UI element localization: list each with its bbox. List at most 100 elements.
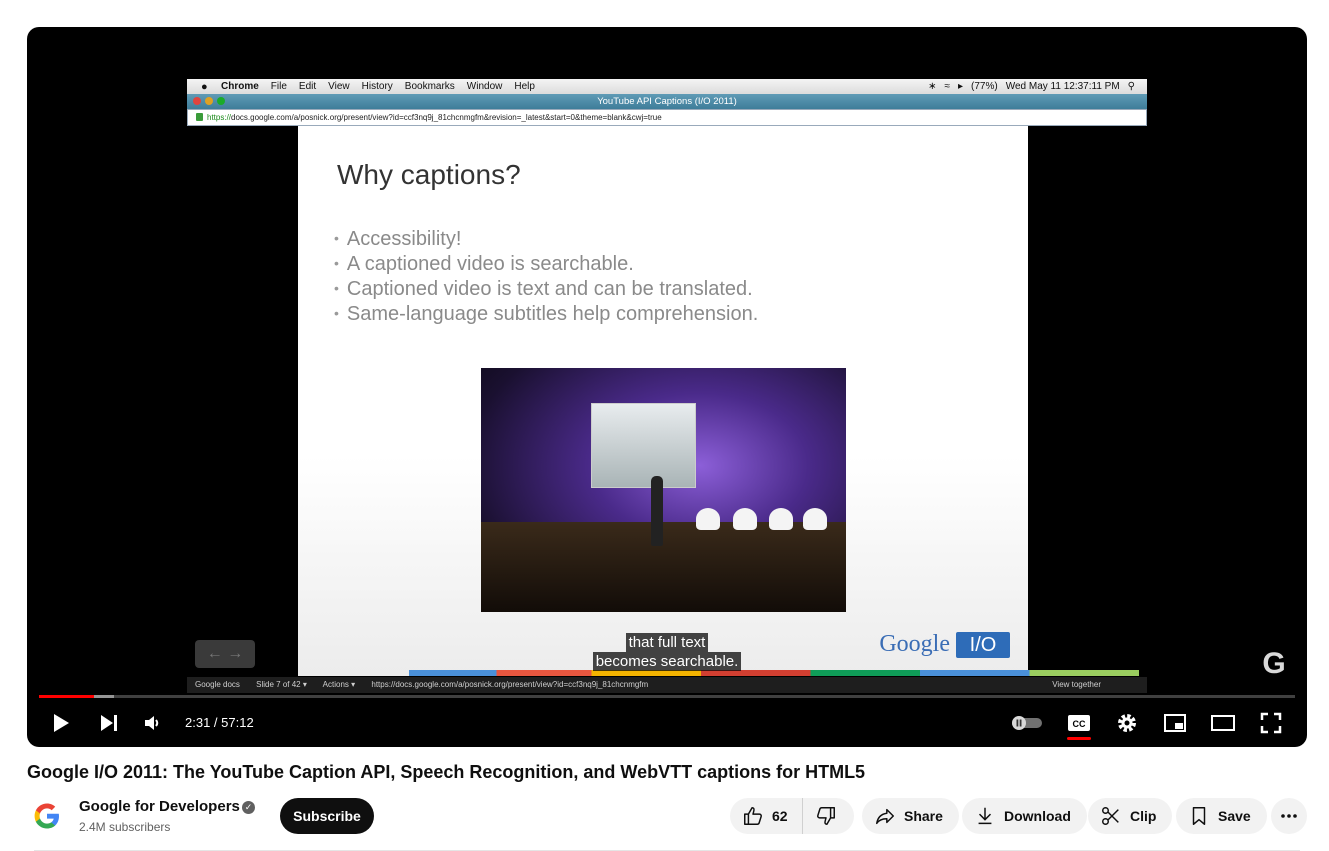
traffic-lights [193, 97, 229, 105]
bookmark-icon [1192, 807, 1206, 825]
more-actions-button[interactable] [1271, 798, 1307, 834]
menubar-app: Chrome [221, 81, 259, 92]
menubar-item: View [328, 81, 350, 92]
view-together: View together [1052, 680, 1101, 689]
subscriber-count: 2.4M subscribers [79, 820, 171, 834]
slide-bullets: Accessibility! A captioned video is sear… [334, 226, 758, 326]
recorded-slide-area: Why captions? Accessibility! A captioned… [187, 126, 1147, 677]
theater-mode-button[interactable] [1209, 709, 1237, 737]
docs-brand: Google docs [195, 680, 240, 689]
progress-bar[interactable] [39, 695, 1295, 698]
url-rest: docs.google.com/a/posnick.org/present/vi… [231, 113, 662, 122]
slide-bullet: A captioned video is searchable. [334, 251, 758, 276]
miniplayer-button[interactable] [1161, 709, 1189, 737]
zoom-dot-icon [217, 97, 225, 105]
wifi-icon: ≈ [944, 81, 951, 92]
cc-icon: CC [1068, 715, 1090, 731]
slide-bullet: Captioned video is text and can be trans… [334, 276, 758, 301]
theater-icon [1211, 715, 1235, 731]
share-button[interactable]: Share [862, 798, 959, 834]
video-title: Google I/O 2011: The YouTube Caption API… [27, 762, 866, 782]
menubar-clock: Wed May 11 12:37:11 PM [1005, 81, 1120, 92]
docs-url: https://docs.google.com/a/posnick.org/pr… [371, 680, 649, 689]
share-icon [876, 808, 894, 825]
presentation-slide: Why captions? Accessibility! A captioned… [298, 126, 1139, 676]
url-scheme: https:// [207, 113, 232, 122]
recorded-mac-menubar: ● Chrome File Edit View History Bookmark… [187, 79, 1147, 94]
like-button[interactable]: 62 [730, 798, 803, 834]
caption-line: becomes searchable. [592, 652, 742, 671]
gear-icon [1118, 714, 1136, 732]
google-g-icon [34, 803, 59, 829]
settings-button[interactable] [1113, 709, 1141, 737]
like-dislike-group: 62 [730, 798, 854, 834]
autoplay-toggle-icon [1012, 716, 1042, 730]
menubar-item: History [361, 81, 393, 92]
autoplay-toggle[interactable] [1009, 709, 1045, 737]
volume-icon: ▸ [958, 81, 964, 92]
save-button[interactable]: Save [1176, 798, 1267, 834]
next-button[interactable] [95, 709, 123, 737]
svg-text:CC: CC [1073, 719, 1086, 729]
menubar-item: Edit [298, 81, 317, 92]
channel-avatar[interactable] [27, 796, 67, 836]
share-label: Share [904, 808, 943, 824]
clip-label: Clip [1130, 808, 1157, 824]
dislike-button[interactable] [803, 798, 855, 834]
menubar-item: Bookmarks [404, 81, 455, 92]
player-controls: 2:31 / 57:12 CC [27, 703, 1307, 743]
more-horizontal-icon [1281, 814, 1297, 818]
menubar-item: Help [514, 81, 535, 92]
stage-photo [481, 368, 846, 612]
volume-icon [145, 716, 159, 730]
recorded-url-bar: https://docs.google.com/a/posnick.org/pr… [187, 109, 1147, 126]
docs-actions: Actions ▾ [322, 680, 356, 689]
subtitles-button[interactable]: CC [1065, 709, 1093, 737]
play-icon [54, 714, 69, 732]
video-player[interactable]: ● Chrome File Edit View History Bookmark… [27, 27, 1307, 747]
like-count: 62 [772, 808, 788, 824]
thumbs-up-icon [744, 807, 762, 825]
caption-window[interactable]: that full text becomes searchable. [27, 633, 1307, 671]
fullscreen-icon [1260, 712, 1282, 734]
thumbs-down-icon [816, 807, 835, 825]
play-button[interactable] [47, 709, 75, 737]
minimize-dot-icon [205, 97, 213, 105]
download-button[interactable]: Download [962, 798, 1087, 834]
menubar-item: File [270, 81, 287, 92]
caption-line: that full text [625, 633, 709, 652]
slide-counter: Slide 7 of 42 ▾ [256, 680, 307, 689]
stage-chair [733, 508, 757, 530]
verified-badge-icon: ✓ [242, 801, 255, 814]
stage-chair [803, 508, 827, 530]
menubar-item: Window [466, 81, 503, 92]
lock-icon [196, 113, 203, 121]
slide-bullet: Same-language subtitles help comprehensi… [334, 301, 758, 326]
stage-chair [769, 508, 793, 530]
slide-bullet: Accessibility! [334, 226, 758, 251]
subtitles-active-indicator [1067, 737, 1091, 740]
stage-screen [591, 403, 696, 488]
progress-played [39, 695, 95, 698]
battery-status: (77%) [971, 81, 998, 92]
close-dot-icon [193, 97, 201, 105]
fullscreen-button[interactable] [1257, 709, 1285, 737]
channel-watermark-icon[interactable]: G [1259, 649, 1289, 679]
clip-button[interactable]: Clip [1088, 798, 1173, 834]
apple-icon: ● [201, 80, 208, 93]
subscribe-button[interactable]: Subscribe [280, 798, 374, 834]
recorded-window-titlebar: YouTube API Captions (I/O 2011) [187, 94, 1147, 109]
time-display: 2:31 / 57:12 [185, 715, 254, 730]
mute-button[interactable] [139, 709, 167, 737]
stage-floor [481, 522, 846, 612]
miniplayer-icon [1164, 714, 1186, 732]
spotlight-icon: ⚲ [1127, 81, 1135, 92]
save-label: Save [1218, 808, 1251, 824]
download-label: Download [1004, 808, 1071, 824]
stage-chair [696, 508, 720, 530]
speaker-figure [651, 476, 663, 546]
recorded-docs-bar: Google docs Slide 7 of 42 ▾ Actions ▾ ht… [187, 677, 1147, 693]
scissors-icon [1102, 807, 1119, 825]
skip-next-icon [101, 715, 117, 731]
channel-name[interactable]: Google for Developers [79, 798, 240, 815]
